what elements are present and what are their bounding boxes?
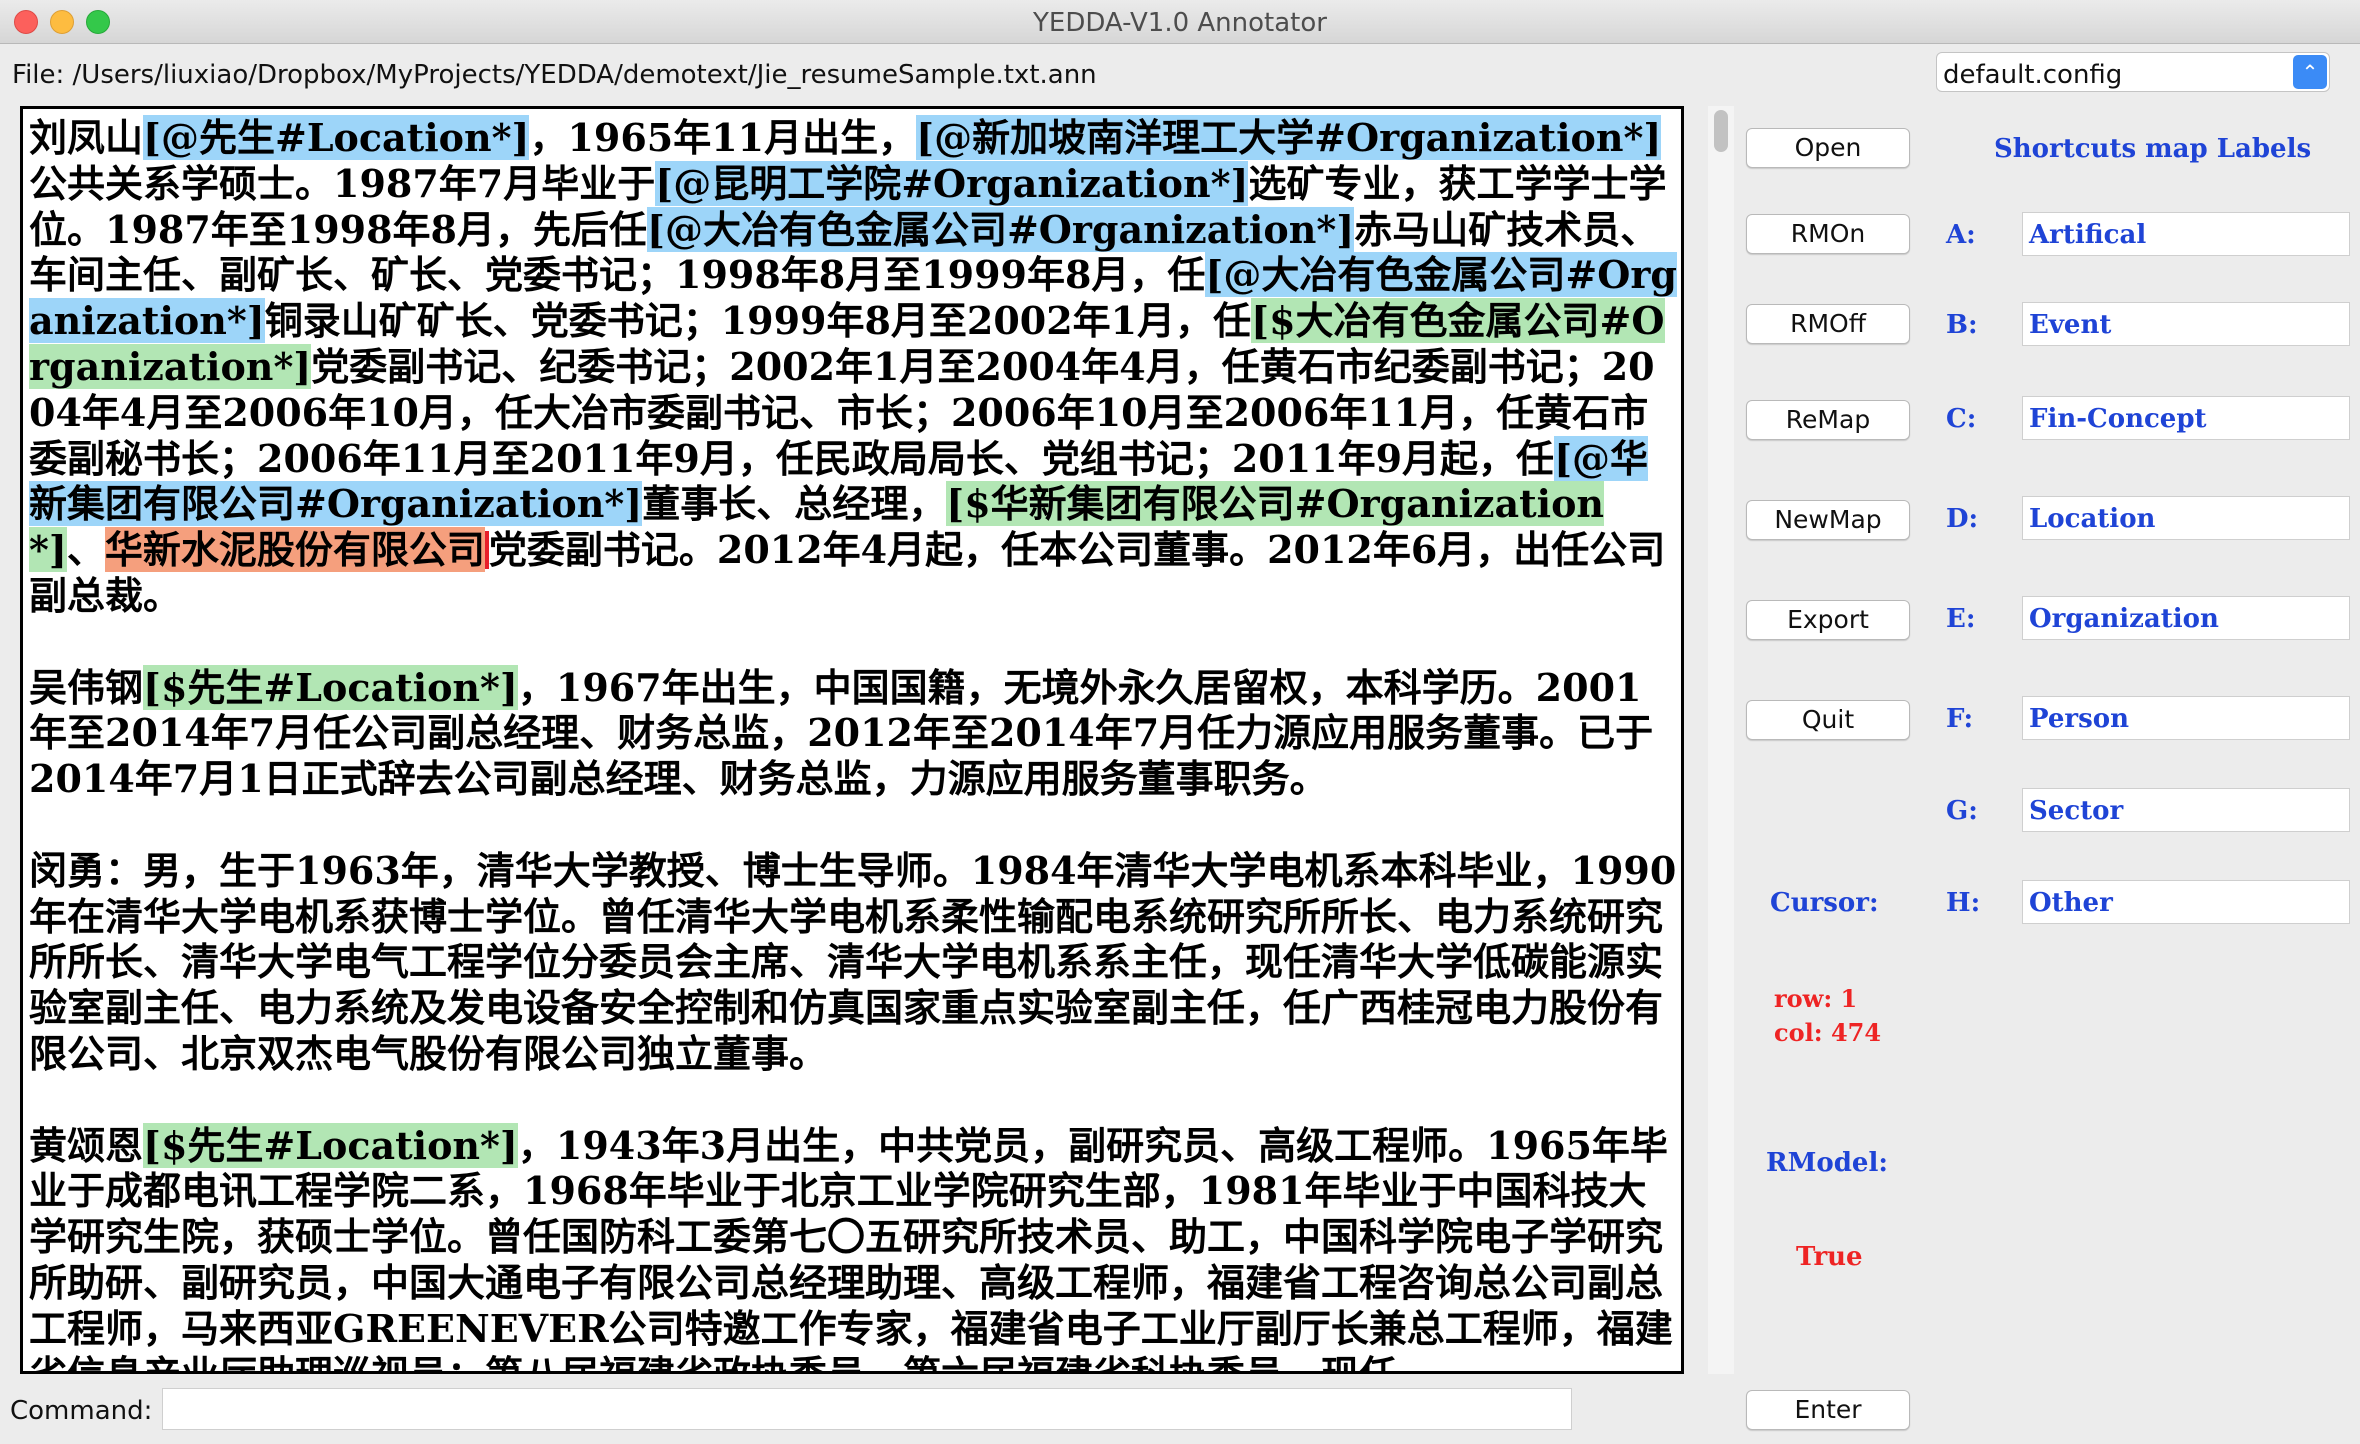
window-title: YEDDA-V1.0 Annotator: [1033, 8, 1327, 38]
shortcut-key: H:: [1946, 888, 1981, 918]
shortcut-label-value: Artifical: [2029, 220, 2147, 250]
text-segment: 董事长、总经理，: [642, 481, 947, 527]
annotation-text[interactable]: 刘凤山[@先生#Location*]，1965年11月出生，[@新加坡南洋理工大…: [29, 115, 1677, 1371]
command-label: Command:: [10, 1396, 153, 1426]
shortcut-label-field[interactable]: Artifical: [2022, 212, 2350, 256]
quit-button[interactable]: Quit: [1746, 700, 1910, 740]
text-segment: ，1965年11月出生，: [529, 115, 917, 160]
cursor-label: Cursor:: [1770, 888, 1879, 918]
text-segment: 黄颂恩: [29, 1122, 144, 1168]
recommended-tag-location[interactable]: [$先生#Location*]: [143, 664, 518, 710]
selected-text-highlight[interactable]: 华新水泥股份有限公司: [104, 527, 485, 573]
shortcut-label-field[interactable]: Person: [2022, 696, 2350, 740]
annotation-text-area[interactable]: 刘凤山[@先生#Location*]，1965年11月出生，[@新加坡南洋理工大…: [20, 106, 1684, 1374]
text-scrollbar[interactable]: [1708, 106, 1734, 1374]
text-paragraph: 闵勇：男，生于1963年，清华大学教授、博士生导师。1984年清华大学电机系本科…: [29, 847, 1677, 1076]
entity-tag-organization[interactable]: [@新加坡南洋理工大学#Organization*]: [916, 115, 1662, 160]
shortcut-key: E:: [1946, 604, 1976, 634]
shortcut-label-value: Person: [2029, 704, 2129, 734]
command-input[interactable]: [162, 1388, 1572, 1430]
rmon-button[interactable]: RMOn: [1746, 214, 1910, 254]
text-segment: 、: [66, 527, 105, 573]
cursor-col: col: 474: [1774, 1018, 1882, 1047]
text-segment: 铜录山矿矿长、党委书记；1999年8月至2002年1月，任: [264, 298, 1252, 344]
open-button[interactable]: Open: [1746, 128, 1910, 168]
enter-button[interactable]: Enter: [1746, 1390, 1910, 1430]
config-select[interactable]: default.config ⌃: [1936, 52, 2330, 92]
shortcut-key: A:: [1946, 220, 1976, 250]
shortcut-label-value: Location: [2029, 504, 2156, 534]
shortcut-key: F:: [1946, 704, 1974, 734]
shortcuts-title: Shortcuts map Labels: [1994, 134, 2312, 164]
entity-tag-organization[interactable]: [@大冶有色金属公司#Organization*]: [646, 206, 1355, 252]
text-segment: 刘凤山: [29, 115, 144, 160]
title-bar: YEDDA-V1.0 Annotator: [0, 0, 2360, 44]
rmodel-value: True: [1796, 1242, 1863, 1272]
cursor-row: row: 1: [1774, 984, 1858, 1013]
shortcut-key: B:: [1946, 310, 1978, 340]
shortcut-label-value: Event: [2029, 310, 2112, 340]
remap-button[interactable]: ReMap: [1746, 400, 1910, 440]
shortcut-label-field[interactable]: Fin-Concept: [2022, 396, 2350, 440]
text-segment: 吴伟钢: [29, 664, 144, 710]
newmap-button[interactable]: NewMap: [1746, 500, 1910, 540]
text-segment: 公共关系学硕士。1987年7月毕业于: [29, 160, 656, 206]
shortcut-label-value: Sector: [2029, 796, 2124, 826]
rmoff-button[interactable]: RMOff: [1746, 304, 1910, 344]
entity-tag-location[interactable]: [@先生#Location*]: [143, 115, 530, 160]
shortcut-key: G:: [1946, 796, 1978, 826]
shortcut-key: C:: [1946, 404, 1977, 434]
rmodel-label: RModel:: [1766, 1148, 1888, 1178]
shortcut-label-field[interactable]: Organization: [2022, 596, 2350, 640]
shortcut-label-value: Fin-Concept: [2029, 404, 2207, 434]
export-button[interactable]: Export: [1746, 600, 1910, 640]
scrollbar-thumb[interactable]: [1714, 110, 1728, 152]
config-selected-value: default.config: [1943, 60, 2123, 90]
shortcut-label-value: Other: [2029, 888, 2113, 918]
shortcut-label-value: Organization: [2029, 604, 2219, 634]
shortcut-key: D:: [1946, 504, 1979, 534]
shortcut-label-field[interactable]: Location: [2022, 496, 2350, 540]
entity-tag-organization[interactable]: [@昆明工学院#Organization*]: [655, 160, 1249, 206]
shortcut-label-field[interactable]: Sector: [2022, 788, 2350, 832]
recommended-tag-location[interactable]: [$先生#Location*]: [143, 1122, 518, 1168]
shortcut-label-field[interactable]: Other: [2022, 880, 2350, 924]
chevron-down-icon[interactable]: ⌃: [2293, 55, 2327, 89]
file-path-label: File: /Users/liuxiao/Dropbox/MyProjects/…: [12, 60, 1097, 90]
shortcut-label-field[interactable]: Event: [2022, 302, 2350, 346]
